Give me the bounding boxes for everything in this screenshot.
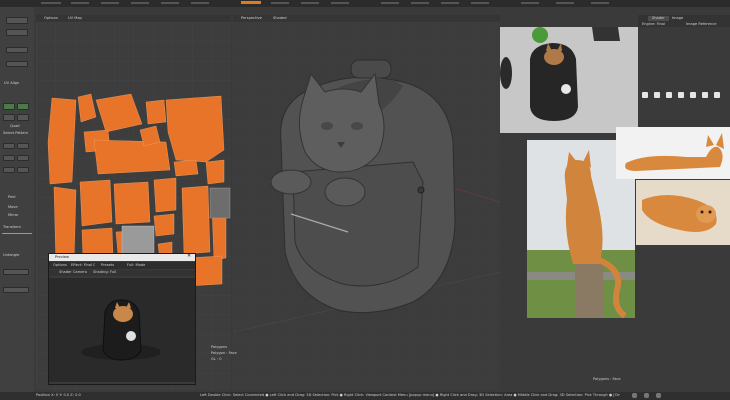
menu-button-3[interactable] xyxy=(100,1,120,5)
tool-label: Transform xyxy=(3,225,21,229)
tool-button[interactable] xyxy=(17,114,29,121)
tool-button[interactable] xyxy=(17,155,29,161)
viewport-stat-polygons: Polygons xyxy=(211,345,227,349)
toggle-icon[interactable] xyxy=(690,92,696,98)
toggle-icon[interactable] xyxy=(702,92,708,98)
uv-view-header: Options UV Map xyxy=(36,15,231,22)
status-hints: Left Double Click: Select Connected ● Le… xyxy=(200,393,620,397)
menu-button-15[interactable] xyxy=(555,1,575,5)
tool-label: Move xyxy=(8,205,18,209)
menu-button-8[interactable] xyxy=(300,1,320,5)
toggle-icon[interactable] xyxy=(642,92,648,98)
cat-rolling-photo xyxy=(636,180,730,245)
mode-button-active[interactable] xyxy=(240,0,262,5)
viewport-stat-gl: GL : 0 xyxy=(211,357,222,361)
menu-button-1[interactable] xyxy=(40,1,62,5)
tool-button[interactable] xyxy=(3,155,15,161)
divider xyxy=(2,233,32,234)
tool-label: UV Align xyxy=(4,81,20,85)
tool-button[interactable] xyxy=(6,17,28,24)
menu-button-6[interactable] xyxy=(190,1,210,5)
preview-window[interactable]: Preview ✕ Options Effect: Final Col... P… xyxy=(48,253,196,385)
close-icon[interactable]: ✕ xyxy=(187,254,191,259)
tool-label: Quad xyxy=(10,124,20,128)
cat-lying-photo xyxy=(616,127,730,179)
menu-button-7[interactable] xyxy=(270,1,290,5)
menu-button-16[interactable] xyxy=(590,1,610,5)
menu-button-2[interactable] xyxy=(70,1,90,5)
toggle-icon[interactable] xyxy=(714,92,720,98)
viewport-tab-shaded[interactable]: Shaded xyxy=(273,16,287,21)
uv-tab-options[interactable]: Options xyxy=(44,16,58,21)
right-tab-image[interactable]: Image xyxy=(672,16,683,21)
tool-label: Untangle xyxy=(3,253,20,257)
tool-button[interactable] xyxy=(6,61,28,67)
viewport-stat-face: Polygon : Face xyxy=(211,351,237,355)
tool-button[interactable] xyxy=(3,167,15,173)
menu-button-5[interactable] xyxy=(160,1,180,5)
top-menu-bar xyxy=(0,0,730,7)
menu-button-12[interactable] xyxy=(440,1,460,5)
preview-subtabs: Shader Camera Shading: Full xyxy=(49,270,195,276)
reference-image-cat-lying[interactable] xyxy=(616,127,730,179)
toggle-icon[interactable] xyxy=(678,92,684,98)
preview-mode[interactable]: Full: Mode xyxy=(127,263,145,268)
right-panel: Shader Image Engine: Final Image Referen… xyxy=(638,15,730,27)
viewport-scene xyxy=(233,22,500,390)
3d-viewport[interactable]: Perspective Shaded Polygons Polygon : Fa… xyxy=(211,15,621,390)
left-toolbar: UV Align Quad Select Pattern Peel Move M… xyxy=(0,7,34,393)
menu-button-11[interactable] xyxy=(410,1,430,5)
toggle-icon[interactable] xyxy=(666,92,672,98)
menu-button-14[interactable] xyxy=(520,1,540,5)
right-field-engine[interactable]: Engine: Final xyxy=(642,22,684,27)
menu-button-13[interactable] xyxy=(470,1,490,5)
tool-label: Mirror xyxy=(8,213,19,217)
tool-button[interactable] xyxy=(3,103,15,110)
preview-render-image xyxy=(49,278,195,382)
preview-camera[interactable]: Shader Camera xyxy=(59,270,87,275)
tool-button[interactable] xyxy=(3,269,29,275)
right-tab-shader[interactable]: Shader xyxy=(648,16,669,21)
tool-button[interactable] xyxy=(17,167,29,173)
preview-presets[interactable]: Presets xyxy=(101,263,114,268)
tool-button[interactable] xyxy=(17,103,29,110)
viewport-header: Perspective Shaded xyxy=(233,15,500,22)
viewport-tab-perspective[interactable]: Perspective xyxy=(241,16,262,21)
tool-button[interactable] xyxy=(3,287,29,293)
preview-titlebar: Preview ✕ xyxy=(49,254,195,261)
reference-image-cat-rolling[interactable] xyxy=(636,180,730,245)
status-position: Position X: 0 Y: 0.0 Z: 0.0 xyxy=(36,393,81,397)
tool-button[interactable] xyxy=(6,29,28,36)
tool-button[interactable] xyxy=(3,114,15,121)
status-bar: Position X: 0 Y: 0.0 Z: 0.0 Left Double … xyxy=(0,392,730,400)
tool-button[interactable] xyxy=(3,143,15,149)
menu-button-4[interactable] xyxy=(130,1,150,5)
preview-options[interactable]: Options xyxy=(53,263,67,268)
preview-shading[interactable]: Shading: Full xyxy=(93,270,116,275)
uv-tab-uvmap[interactable]: UV Map xyxy=(68,16,82,21)
tool-button[interactable] xyxy=(17,143,29,149)
preview-effect[interactable]: Effect: Final Col... xyxy=(71,263,95,268)
menu-button-9[interactable] xyxy=(330,1,350,5)
status-icon[interactable] xyxy=(656,393,661,398)
preview-title: Preview xyxy=(55,255,69,259)
status-icon[interactable] xyxy=(644,393,649,398)
viewport-stat-right: Polygons : Face xyxy=(593,377,621,381)
backpack-photo xyxy=(500,27,638,133)
reference-toggle-icons xyxy=(642,92,726,100)
toggle-icon[interactable] xyxy=(654,92,660,98)
reference-image-backpack[interactable] xyxy=(500,27,638,133)
right-field-image[interactable]: Image Reference xyxy=(686,22,728,27)
preview-toolbar: Options Effect: Final Col... Presets Ful… xyxy=(49,262,195,269)
tool-button[interactable] xyxy=(6,47,28,53)
tool-label: Select Pattern xyxy=(3,131,29,135)
menu-button-10[interactable] xyxy=(380,1,400,5)
status-icon[interactable] xyxy=(632,393,637,398)
tool-label: Peel xyxy=(8,195,16,199)
